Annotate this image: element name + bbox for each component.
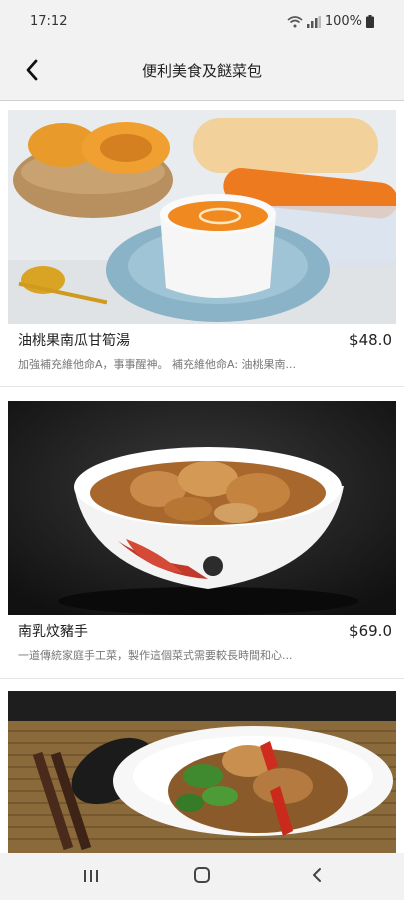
recents-button[interactable] [76, 863, 106, 891]
product-card[interactable] [8, 691, 396, 853]
status-icons: 100% [287, 14, 374, 29]
page-title: 便利美食及餸菜包 [141, 62, 262, 80]
product-description: 一道傳統家庭手工菜，製作這個菜式需要較長時間和心... [18, 649, 293, 662]
system-nav-bar [0, 853, 404, 900]
home-icon [193, 866, 211, 888]
product-image [8, 110, 396, 324]
back-icon [312, 867, 322, 887]
product-image [8, 401, 396, 615]
divider [0, 386, 404, 387]
status-bar: 17:12 100% [0, 0, 404, 44]
signal-icon [306, 15, 321, 28]
home-button[interactable] [187, 863, 217, 891]
product-price: $48.0 [349, 331, 392, 349]
divider [0, 678, 404, 679]
nav-back-button[interactable] [302, 863, 332, 891]
status-time: 17:12 [30, 14, 68, 29]
battery-icon [366, 15, 374, 28]
product-name: 油桃果南瓜甘筍湯 [18, 333, 130, 349]
wifi-icon [287, 15, 303, 28]
product-name: 南乳炆豬手 [18, 624, 88, 640]
battery-percent: 100% [324, 14, 362, 29]
product-card[interactable]: 南乳炆豬手 $69.0 一道傳統家庭手工菜，製作這個菜式需要較長時間和心... [8, 401, 396, 663]
product-list[interactable]: 油桃果南瓜甘筍湯 $48.0 加強補充維他命A，事事醒神。 補充維他命A: 油桃… [0, 101, 404, 853]
product-card[interactable]: 油桃果南瓜甘筍湯 $48.0 加強補充維他命A，事事醒神。 補充維他命A: 油桃… [8, 110, 396, 372]
product-description: 加強補充維他命A，事事醒神。 補充維他命A: 油桃果南... [18, 358, 297, 371]
app-header: 便利美食及餸菜包 [0, 44, 404, 101]
product-price: $69.0 [349, 622, 392, 640]
recents-icon [83, 868, 99, 887]
product-image [8, 691, 396, 853]
